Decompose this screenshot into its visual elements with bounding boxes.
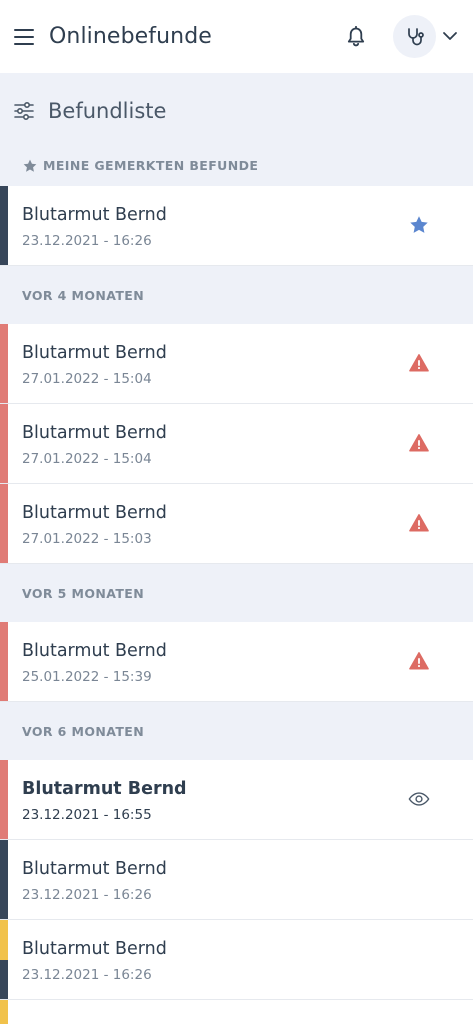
section-header-bookmarked: MEINE GEMERKTEN BEFUNDE [0,149,473,182]
app-header: Onlinebefunde [0,0,473,73]
status-bar [0,760,8,839]
list-item[interactable]: Blutarmut Bernd 23.12.2021 - 16:26 [0,186,473,266]
section-label: VOR 4 MONATEN [22,287,145,303]
list-item[interactable]: Blutarmut Bernd 27.01.2022 - 15:03 [0,484,473,564]
filter-sliders-icon[interactable] [14,102,34,120]
item-date: 23.12.2021 - 16:55 [22,807,152,823]
item-date: 23.12.2021 - 16:26 [22,233,152,249]
menu-icon[interactable] [14,28,34,45]
warning-icon [409,354,429,372]
item-name: Blutarmut Bernd [22,503,167,523]
bell-icon[interactable] [346,26,366,48]
list-item[interactable]: Blutarmut Bernd 23.12.2021 - 16:26 [0,840,473,920]
list-item[interactable]: Blutarmut Bernd 23.12.2021 - 16:55 [0,760,473,840]
avatar[interactable] [393,15,436,58]
item-name: Blutarmut Bernd [22,939,167,959]
status-bar [0,1000,8,1024]
item-date: 27.01.2022 - 15:03 [22,531,152,547]
status-bar [0,186,8,265]
status-bar [0,840,8,919]
list-title-row: Befundliste [0,73,473,149]
warning-icon [409,434,429,452]
warning-icon [409,652,429,670]
item-name: Blutarmut Bernd [22,343,167,363]
list-item[interactable]: Blutarmut Bernd 27.01.2022 - 15:04 [0,324,473,404]
section-label: VOR 5 MONATEN [22,585,145,601]
item-name: Blutarmut Bernd [22,859,167,879]
eye-icon[interactable] [408,788,430,810]
status-bar [0,324,8,403]
item-date: 27.01.2022 - 15:04 [22,451,152,467]
item-name: Blutarmut Bernd [22,779,187,799]
status-bar [0,920,8,999]
warning-icon [409,514,429,532]
stethoscope-icon [407,27,424,45]
item-name: Blutarmut Bernd [22,423,167,443]
section-header-5-months: VOR 5 MONATEN [0,564,473,622]
section-label: VOR 6 MONATEN [22,723,145,739]
item-name: Blutarmut Bernd [22,641,167,661]
item-date: 27.01.2022 - 15:04 [22,371,152,387]
status-bar [0,484,8,563]
app-title: Onlinebefunde [49,24,212,49]
status-bar [0,622,8,701]
item-date: 23.12.2021 - 16:26 [22,967,152,983]
list-title: Befundliste [48,99,167,123]
chevron-down-icon[interactable] [442,29,458,43]
status-bar [0,404,8,483]
section-header-6-months: VOR 6 MONATEN [0,702,473,760]
list-item[interactable] [0,1000,473,1024]
section-label: MEINE GEMERKTEN BEFUNDE [43,158,259,173]
item-date: 23.12.2021 - 16:26 [22,887,152,903]
section-header-4-months: VOR 4 MONATEN [0,266,473,324]
list-item[interactable]: Blutarmut Bernd 23.12.2021 - 16:26 [0,920,473,1000]
list-item[interactable]: Blutarmut Bernd 25.01.2022 - 15:39 [0,622,473,702]
item-date: 25.01.2022 - 15:39 [22,669,152,685]
star-icon [23,159,37,172]
star-icon[interactable] [408,214,430,236]
list-item[interactable]: Blutarmut Bernd 27.01.2022 - 15:04 [0,404,473,484]
item-name: Blutarmut Bernd [22,205,167,225]
